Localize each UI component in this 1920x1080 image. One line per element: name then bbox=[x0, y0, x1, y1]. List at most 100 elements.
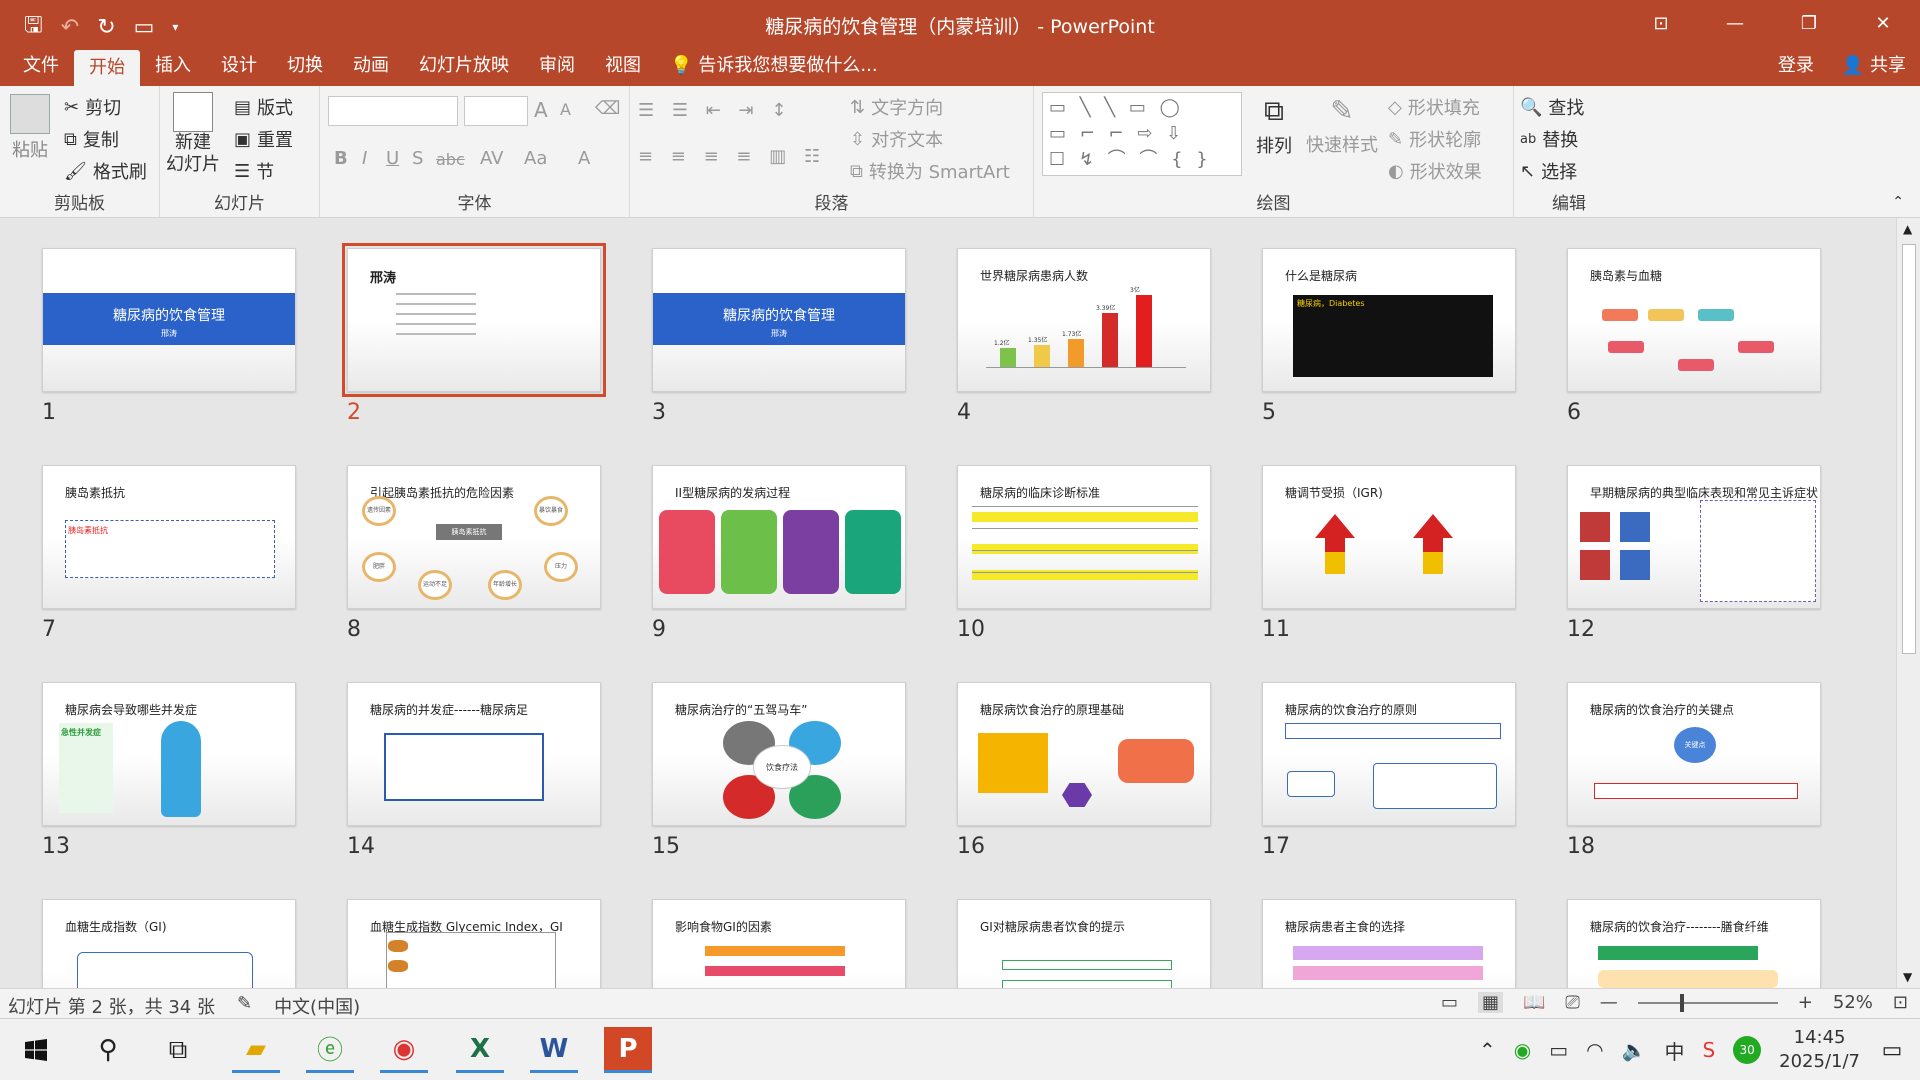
slide-thumbnail[interactable]: II型糖尿病的发病过程 bbox=[652, 465, 906, 609]
slide-thumbnail[interactable]: 邢涛 bbox=[342, 243, 606, 397]
task-view-icon[interactable]: ⧉ bbox=[154, 1027, 202, 1073]
zoom-slider[interactable] bbox=[1637, 993, 1778, 1012]
select-button[interactable]: ↖ 选择 bbox=[1520, 158, 1577, 184]
replace-button[interactable]: ab 替换 bbox=[1520, 126, 1578, 152]
reading-view-icon[interactable]: 📖 bbox=[1523, 992, 1545, 1013]
slide-thumbnail[interactable]: 糖尿病的饮食治疗的关键点 关键点 bbox=[1567, 682, 1821, 826]
ie-browser-icon[interactable]: ⓔ bbox=[306, 1027, 354, 1073]
tab-view[interactable]: 视图 bbox=[590, 46, 656, 86]
slide-thumbnail[interactable]: 血糖生成指数（GI) bbox=[42, 899, 296, 988]
tab-slideshow[interactable]: 幻灯片放映 bbox=[404, 46, 524, 86]
slide-thumbnail[interactable]: 糖尿病的饮食管理 邢涛 bbox=[42, 248, 296, 392]
wps-icon[interactable]: S bbox=[1702, 1038, 1715, 1062]
slide-thumbnail[interactable]: 糖尿病的饮食管理 邢涛 bbox=[652, 248, 906, 392]
find-button[interactable]: 🔍 查找 bbox=[1520, 94, 1584, 120]
shape-effects-button[interactable]: ◐ 形状效果 bbox=[1388, 158, 1482, 184]
vertical-scrollbar[interactable]: ▲ ▼ bbox=[1896, 218, 1920, 988]
slide-thumbnail[interactable]: 糖尿病饮食治疗的原理基础 bbox=[957, 682, 1211, 826]
security-icon[interactable]: 30 bbox=[1733, 1036, 1762, 1064]
slide-thumbnail[interactable]: 胰岛素抵抗 胰岛素抵抗 bbox=[42, 465, 296, 609]
tab-review[interactable]: 审阅 bbox=[524, 46, 590, 86]
restore-icon[interactable]: ❐ bbox=[1772, 0, 1846, 46]
shape-fill-button[interactable]: ◇ 形状填充 bbox=[1388, 94, 1480, 120]
volume-icon[interactable]: 🔈 bbox=[1622, 1038, 1647, 1062]
slide-thumbnail[interactable]: 糖尿病治疗的“五驾马车” 饮食疗法 bbox=[652, 682, 906, 826]
font-name-input[interactable] bbox=[328, 96, 458, 126]
tell-me-box[interactable]: 💡 告诉我您想要做什么... bbox=[656, 46, 878, 86]
tab-transitions[interactable]: 切换 bbox=[272, 46, 338, 86]
slide-thumbnail[interactable]: 糖尿病患者主食的选择 bbox=[1262, 899, 1516, 988]
slide-thumbnail[interactable]: 世界糖尿病患病人数 1.2亿 1.35亿 1.73亿 3.39亿 3亿 bbox=[957, 248, 1211, 392]
arrange-button[interactable]: ⧉ 排列 bbox=[1256, 94, 1292, 158]
language-indicator[interactable]: 中文(中国) bbox=[274, 993, 360, 1019]
slide-thumbnail[interactable]: 糖调节受损（IGR) bbox=[1262, 465, 1516, 609]
slide-thumbnail[interactable]: 血糖生成指数 Glycemic Index，GI bbox=[347, 899, 601, 988]
reset-button[interactable]: ▣ 重置 bbox=[234, 126, 293, 152]
fit-to-window-icon[interactable]: ⊡ bbox=[1893, 992, 1908, 1013]
strikethrough-button[interactable]: abc bbox=[436, 150, 465, 169]
tab-animations[interactable]: 动画 bbox=[338, 46, 404, 86]
slide-thumbnail[interactable]: 胰岛素与血糖 bbox=[1567, 248, 1821, 392]
tab-home[interactable]: 开始 bbox=[74, 50, 140, 86]
clear-format-icon[interactable]: ⌫ bbox=[595, 98, 620, 119]
network-device-icon[interactable]: ▭ bbox=[1549, 1038, 1568, 1062]
zoom-level[interactable]: 52% bbox=[1833, 992, 1873, 1013]
collapse-ribbon-icon[interactable]: ⌃ bbox=[1892, 194, 1904, 210]
font-size-input[interactable] bbox=[464, 96, 528, 126]
tray-app-icon[interactable]: ◉ bbox=[1514, 1038, 1531, 1062]
slide-thumbnail[interactable]: 早期糖尿病的典型临床表现和常见主诉症状 bbox=[1567, 465, 1821, 609]
login-link[interactable]: 登录 bbox=[1778, 46, 1814, 86]
chevron-up-icon[interactable]: ⌃ bbox=[1479, 1038, 1496, 1062]
layout-button[interactable]: ▤ 版式 bbox=[234, 94, 293, 120]
slide-thumbnail[interactable]: 糖尿病的饮食治疗--------膳食纤维 bbox=[1567, 899, 1821, 988]
scrollbar-thumb[interactable] bbox=[1902, 244, 1916, 654]
powerpoint-icon[interactable]: P bbox=[604, 1027, 652, 1073]
format-painter-button[interactable]: 🖌 格式刷 bbox=[64, 158, 147, 184]
quick-styles-button[interactable]: ✎ 快速样式 bbox=[1306, 94, 1378, 157]
zoom-out-icon[interactable]: — bbox=[1600, 992, 1618, 1013]
file-explorer-icon[interactable]: ▰ bbox=[232, 1027, 280, 1073]
ime-icon[interactable]: 中 bbox=[1664, 1036, 1684, 1065]
text-direction-button[interactable]: ⇅ 文字方向 bbox=[850, 94, 943, 120]
smartart-button[interactable]: ⧉ 转换为 SmartArt bbox=[850, 158, 1010, 184]
grow-font-button[interactable]: A bbox=[534, 98, 548, 122]
slide-thumbnail[interactable]: 影响食物GI的因素 bbox=[652, 899, 906, 988]
shapes-gallery[interactable]: ▭ ╲ ╲ ▭ ◯ ▭ ⌐ ⌐ ⇨ ⇩ ☐ ↯ ⌒ ⌒ { } bbox=[1042, 92, 1242, 176]
slide-thumbnail[interactable]: 糖尿病会导致哪些并发症 急性并发症 bbox=[42, 682, 296, 826]
normal-view-icon[interactable]: ▭ bbox=[1441, 992, 1458, 1013]
shadow-button[interactable]: S bbox=[412, 148, 423, 169]
section-button[interactable]: ☰ 节 bbox=[234, 158, 274, 184]
tab-insert[interactable]: 插入 bbox=[140, 46, 206, 86]
tab-design[interactable]: 设计 bbox=[206, 46, 272, 86]
align-icons[interactable]: ≡ ≡ ≡ ≡ ▥ ☷ bbox=[638, 146, 826, 167]
char-spacing-button[interactable]: AV bbox=[480, 148, 503, 169]
bold-button[interactable]: B bbox=[334, 148, 348, 169]
360-browser-icon[interactable]: ◉ bbox=[380, 1027, 428, 1073]
shape-outline-button[interactable]: ✎ 形状轮廓 bbox=[1388, 126, 1481, 152]
excel-icon[interactable]: X bbox=[456, 1027, 504, 1073]
slide-thumbnail[interactable]: 糖尿病的饮食治疗的原则 bbox=[1262, 682, 1516, 826]
slide-thumbnail[interactable]: 糖尿病的并发症------糖尿病足 bbox=[347, 682, 601, 826]
paste-button[interactable]: 粘贴 bbox=[10, 94, 50, 162]
slide-thumbnail[interactable]: 引起胰岛素抵抗的危险因素 胰岛素抵抗 遗传因素 暴饮暴食 肥胖 运动不足 年龄增长 压力 bbox=[347, 465, 601, 609]
tab-file[interactable]: 文件 bbox=[8, 46, 74, 86]
word-icon[interactable]: W bbox=[530, 1027, 578, 1073]
font-color-button[interactable]: A bbox=[578, 148, 590, 169]
scroll-down-icon[interactable]: ▼ bbox=[1903, 970, 1912, 984]
share-button[interactable]: 👤 共享 bbox=[1842, 46, 1906, 86]
search-icon[interactable]: ⚲ bbox=[84, 1027, 132, 1073]
underline-button[interactable]: U bbox=[386, 148, 399, 169]
bullets-icon[interactable]: ☰ ☰ ⇤ ⇥ ↕ bbox=[638, 100, 792, 121]
notes-icon[interactable]: ✎ bbox=[237, 993, 252, 1019]
zoom-slider-thumb[interactable] bbox=[1679, 993, 1684, 1012]
ribbon-display-icon[interactable]: ⊡ bbox=[1624, 0, 1698, 46]
slideshow-view-icon[interactable]: ⎚ bbox=[1565, 992, 1579, 1013]
copy-button[interactable]: ⧉ 复制 bbox=[64, 126, 119, 152]
align-text-button[interactable]: ⇳ 对齐文本 bbox=[850, 126, 943, 152]
slide-thumbnail[interactable]: 糖尿病的临床诊断标准 bbox=[957, 465, 1211, 609]
change-case-button[interactable]: Aa bbox=[524, 148, 547, 169]
windows-start-icon[interactable] bbox=[12, 1027, 60, 1073]
slide-sorter-view-icon[interactable]: ▦ bbox=[1477, 992, 1503, 1013]
italic-button[interactable]: I bbox=[362, 148, 367, 169]
cut-button[interactable]: ✂ 剪切 bbox=[64, 94, 121, 120]
